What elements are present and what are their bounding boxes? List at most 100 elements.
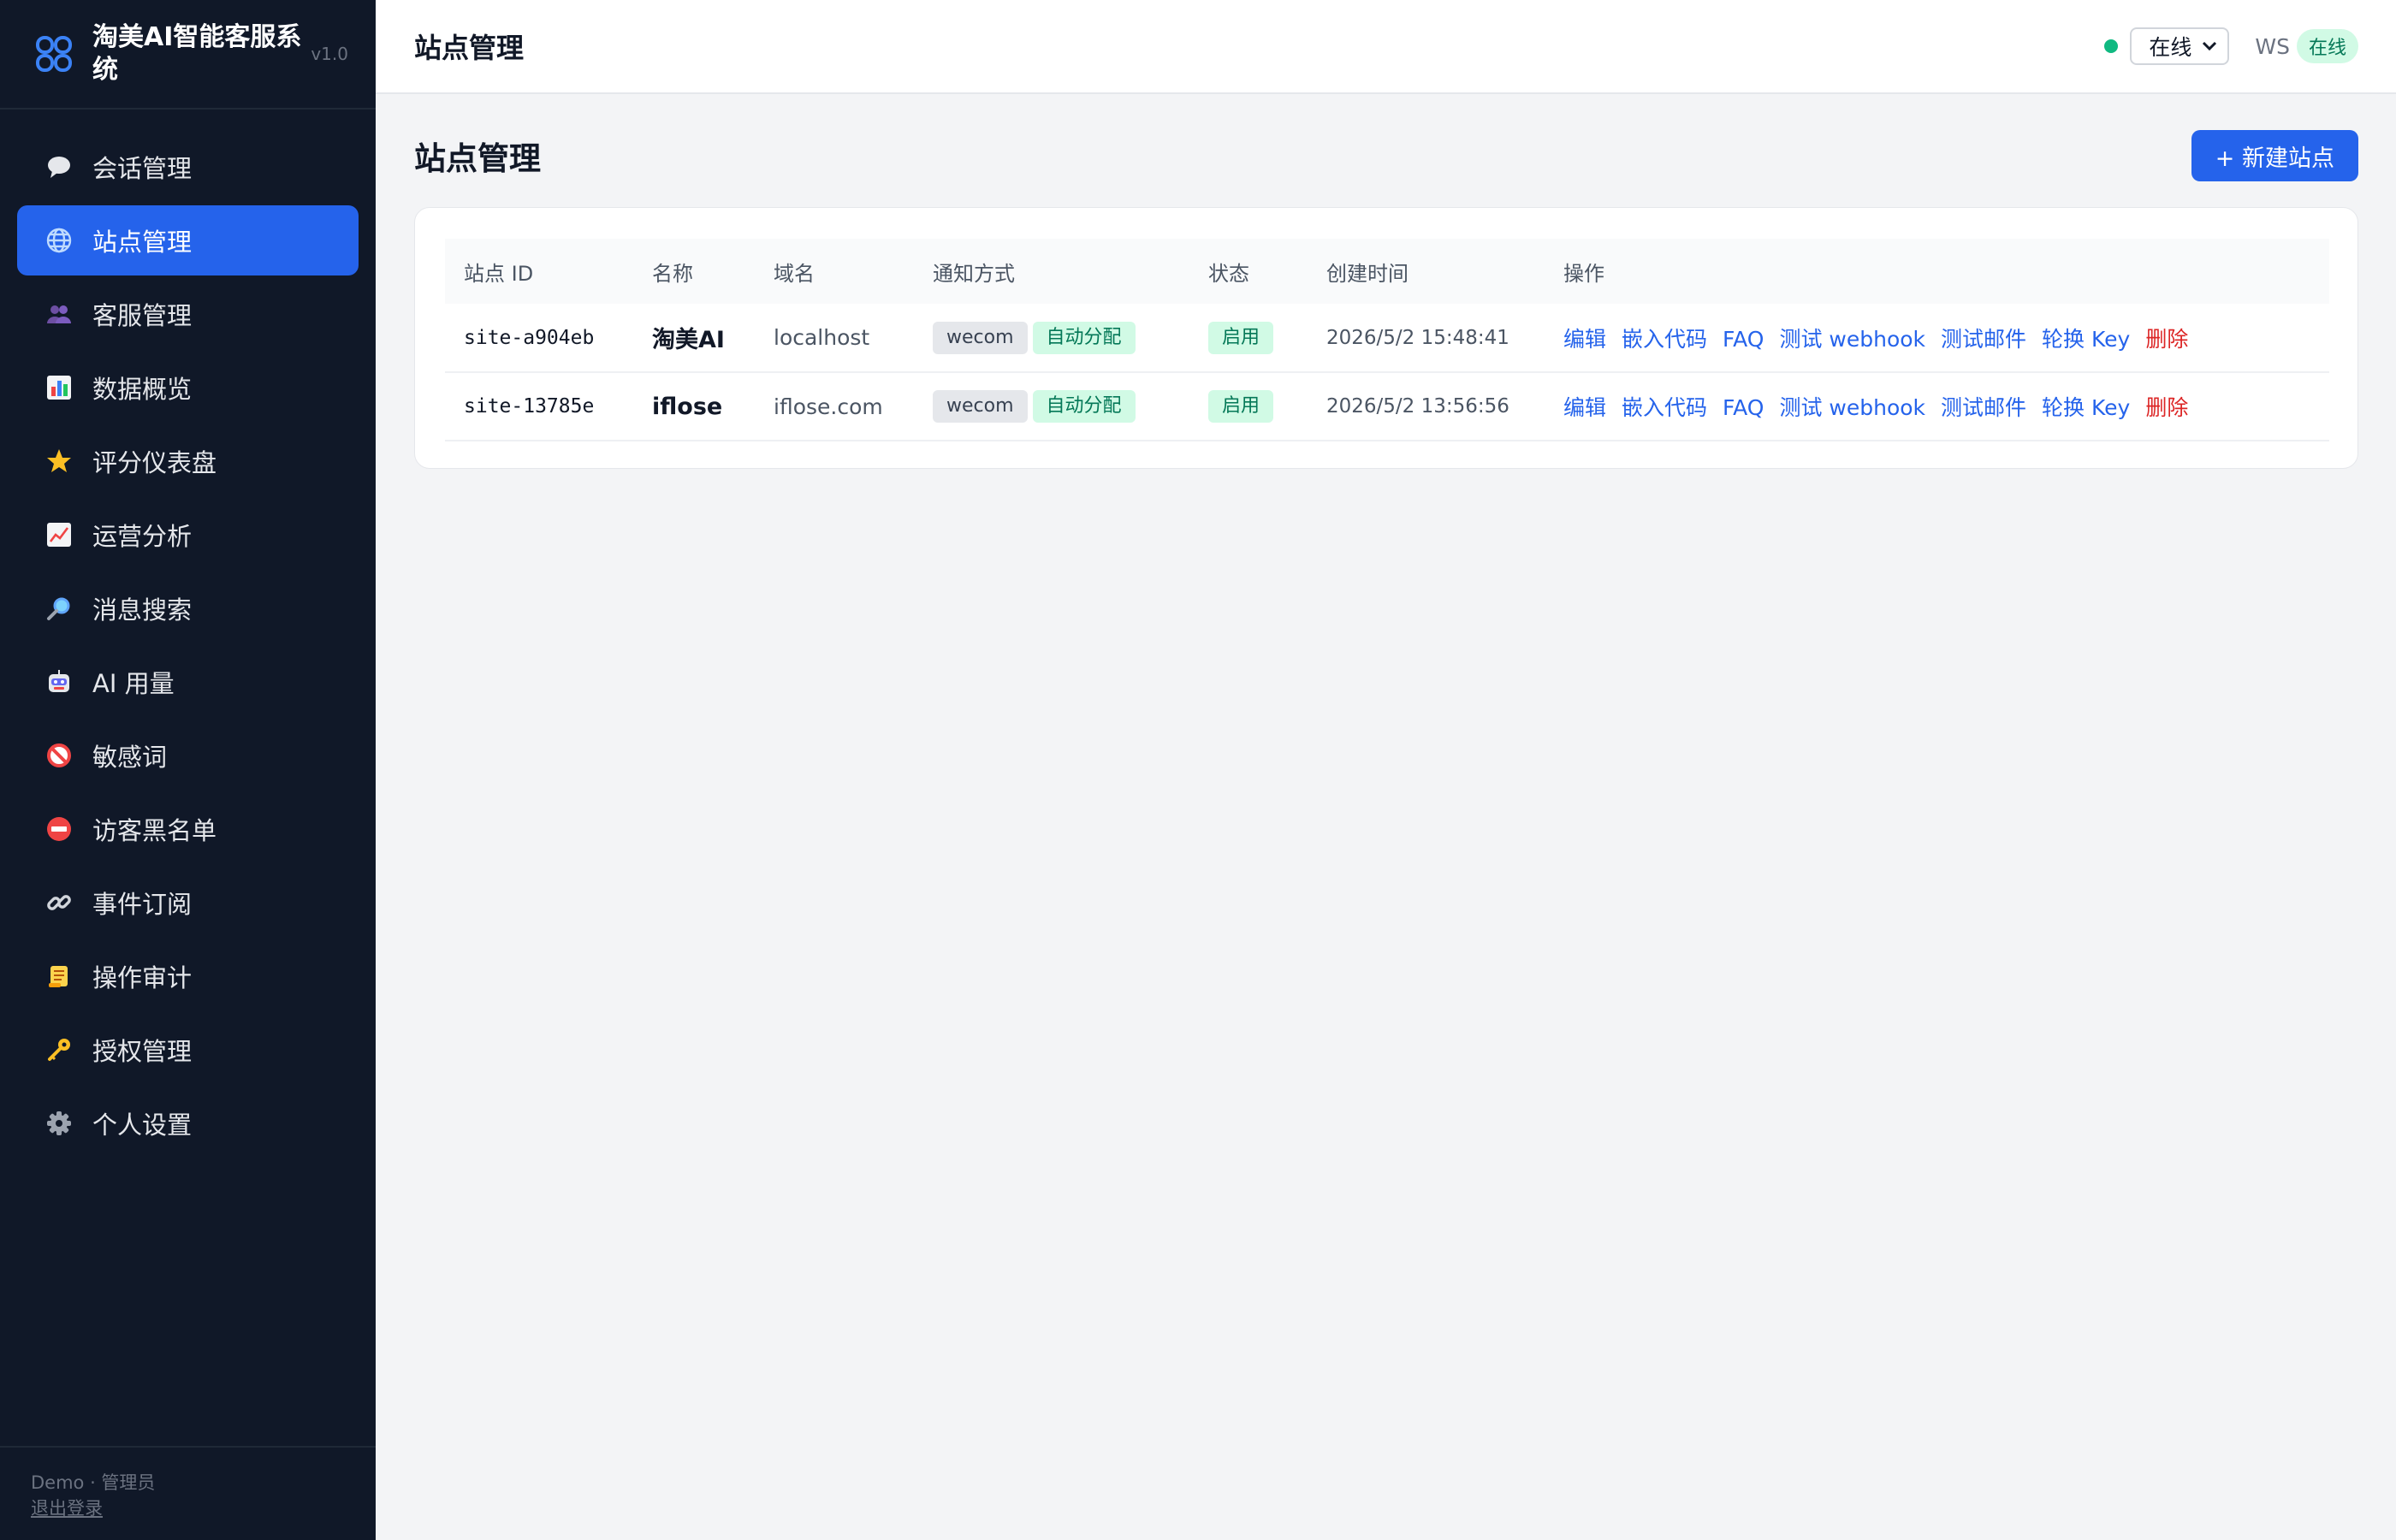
globe-icon	[43, 224, 75, 257]
sidebar-item-label: 敏感词	[92, 743, 168, 772]
created-time-cell: 2026/5/2 15:48:41	[1308, 304, 1545, 373]
sidebar-item-label: 个人设置	[92, 1111, 193, 1140]
sidebar-item-label: 评分仪表盘	[92, 448, 217, 477]
scroll-icon	[43, 960, 75, 992]
ws-label: WS	[2255, 33, 2290, 59]
topbar-status-area: 在线 WS 在线	[2104, 27, 2358, 65]
sidebar-nav: 会话管理 站点管理 客服管理 数据概览 评分仪表盘 运营分析 消息搜索 AI 用…	[0, 110, 376, 1158]
sidebar-item-ai-usage[interactable]: AI 用量	[17, 647, 359, 717]
new-site-button[interactable]: + 新建站点	[2191, 130, 2358, 181]
test-email-link[interactable]: 测试邮件	[1941, 327, 2026, 352]
site-name-cell: 淘美AI	[633, 304, 755, 373]
status-cell: 启用	[1189, 372, 1308, 441]
sidebar-item-label: 会话管理	[92, 154, 193, 183]
notify-channel-tag: wecom	[933, 390, 1028, 423]
table-header-row: 站点 ID 名称 域名 通知方式 状态 创建时间 操作	[445, 239, 2329, 304]
column-header-status: 状态	[1208, 261, 1249, 286]
column-header-notify: 通知方式	[933, 261, 1015, 286]
sidebar-item-sites[interactable]: 站点管理	[17, 205, 359, 275]
sidebar-item-visitor-blacklist[interactable]: 访客黑名单	[17, 794, 359, 864]
prohibited-icon	[43, 739, 75, 772]
bar-chart-icon	[43, 371, 75, 404]
sidebar-item-label: 授权管理	[92, 1037, 193, 1066]
sidebar-item-label: 站点管理	[92, 228, 193, 257]
sidebar-item-sensitive-words[interactable]: 敏感词	[17, 720, 359, 791]
page-title: 站点管理	[414, 140, 541, 177]
robot-icon	[43, 666, 75, 698]
sidebar-item-label: 访客黑名单	[92, 816, 217, 845]
column-header-name: 名称	[652, 261, 693, 286]
sidebar-item-label: 事件订阅	[92, 890, 193, 919]
table-row: site-a904eb 淘美AI localhost wecom 自动分配 启用 …	[445, 304, 2329, 373]
notify-cell: wecom 自动分配	[914, 372, 1189, 441]
site-id-cell: site-a904eb	[445, 304, 633, 373]
trend-chart-icon	[43, 518, 75, 551]
rotate-key-link[interactable]: 轮换 Key	[2042, 327, 2130, 352]
logout-link[interactable]: 退出登录	[31, 1496, 345, 1521]
embed-code-link[interactable]: 嵌入代码	[1622, 327, 1707, 352]
star-icon	[43, 445, 75, 477]
sidebar-item-overview[interactable]: 数据概览	[17, 352, 359, 423]
no-entry-icon	[43, 813, 75, 845]
embed-code-link[interactable]: 嵌入代码	[1622, 395, 1707, 420]
edit-link[interactable]: 编辑	[1563, 327, 1606, 352]
assign-mode-tag: 自动分配	[1032, 390, 1136, 423]
site-domain-cell: iflose.com	[755, 372, 914, 441]
sidebar-item-label: 客服管理	[92, 301, 193, 330]
faq-link[interactable]: FAQ	[1723, 327, 1764, 352]
users-icon	[43, 298, 75, 330]
brand: 淘美AI智能客服系统 v1.0	[0, 0, 376, 110]
sidebar-item-personal-settings[interactable]: 个人设置	[17, 1088, 359, 1158]
gear-icon	[43, 1107, 75, 1140]
edit-link[interactable]: 编辑	[1563, 395, 1606, 420]
actions-cell: 编辑 嵌入代码 FAQ 测试 webhook 测试邮件 轮换 Key 删除	[1545, 372, 2329, 441]
actions-cell: 编辑 嵌入代码 FAQ 测试 webhook 测试邮件 轮换 Key 删除	[1545, 304, 2329, 373]
test-email-link[interactable]: 测试邮件	[1941, 395, 2026, 420]
status-cell: 启用	[1189, 304, 1308, 373]
delete-link[interactable]: 删除	[2145, 395, 2188, 420]
agent-status-value: 在线	[2149, 35, 2192, 60]
test-webhook-link[interactable]: 测试 webhook	[1779, 327, 1925, 352]
chevron-down-icon	[2203, 41, 2217, 51]
sites-table: 站点 ID 名称 域名 通知方式 状态 创建时间 操作 site-a904eb …	[445, 239, 2329, 441]
status-badge: 启用	[1208, 390, 1274, 423]
sidebar-item-conversations[interactable]: 会话管理	[17, 132, 359, 202]
online-status-dot	[2104, 39, 2119, 53]
agent-status-select[interactable]: 在线	[2130, 27, 2230, 65]
sidebar-item-license-management[interactable]: 授权管理	[17, 1015, 359, 1085]
page-header: 站点管理 + 新建站点	[414, 130, 2358, 181]
sidebar-item-label: 消息搜索	[92, 595, 193, 625]
sidebar: 淘美AI智能客服系统 v1.0 会话管理 站点管理 客服管理 数据概览 评分仪表…	[0, 0, 376, 1540]
column-header-actions: 操作	[1563, 261, 1604, 286]
speech-bubble-icon	[43, 151, 75, 183]
sidebar-item-agents[interactable]: 客服管理	[17, 279, 359, 349]
app-logo-icon	[36, 36, 72, 72]
rotate-key-link[interactable]: 轮换 Key	[2042, 395, 2130, 420]
test-webhook-link[interactable]: 测试 webhook	[1779, 395, 1925, 420]
status-badge: 启用	[1208, 321, 1274, 354]
delete-link[interactable]: 删除	[2145, 327, 2188, 352]
notify-channel-tag: wecom	[933, 321, 1028, 354]
sites-table-card: 站点 ID 名称 域名 通知方式 状态 创建时间 操作 site-a904eb …	[414, 207, 2358, 469]
assign-mode-tag: 自动分配	[1032, 321, 1136, 354]
faq-link[interactable]: FAQ	[1723, 395, 1764, 420]
app-version: v1.0	[311, 44, 348, 64]
site-name-cell: iflose	[633, 372, 755, 441]
sidebar-item-operation-audit[interactable]: 操作审计	[17, 941, 359, 1011]
app-title: 淘美AI智能客服系统	[92, 22, 302, 85]
current-user: Demo · 管理员	[31, 1472, 156, 1493]
sidebar-item-label: 操作审计	[92, 963, 193, 992]
table-row: site-13785e iflose iflose.com wecom 自动分配 …	[445, 372, 2329, 441]
ws-status-badge: 在线	[2296, 29, 2358, 63]
sidebar-item-operations-analysis[interactable]: 运营分析	[17, 500, 359, 570]
sidebar-item-event-subscriptions[interactable]: 事件订阅	[17, 868, 359, 938]
notify-cell: wecom 自动分配	[914, 304, 1189, 373]
sidebar-item-rating-dashboard[interactable]: 评分仪表盘	[17, 426, 359, 496]
column-header-created: 创建时间	[1326, 261, 1409, 286]
sidebar-item-label: 数据概览	[92, 375, 193, 404]
sidebar-item-message-search[interactable]: 消息搜索	[17, 573, 359, 643]
column-header-site-id: 站点 ID	[464, 261, 534, 286]
site-domain-cell: localhost	[755, 304, 914, 373]
topbar-title: 站点管理	[414, 32, 525, 64]
topbar: 站点管理 在线 WS 在线	[376, 0, 2396, 94]
